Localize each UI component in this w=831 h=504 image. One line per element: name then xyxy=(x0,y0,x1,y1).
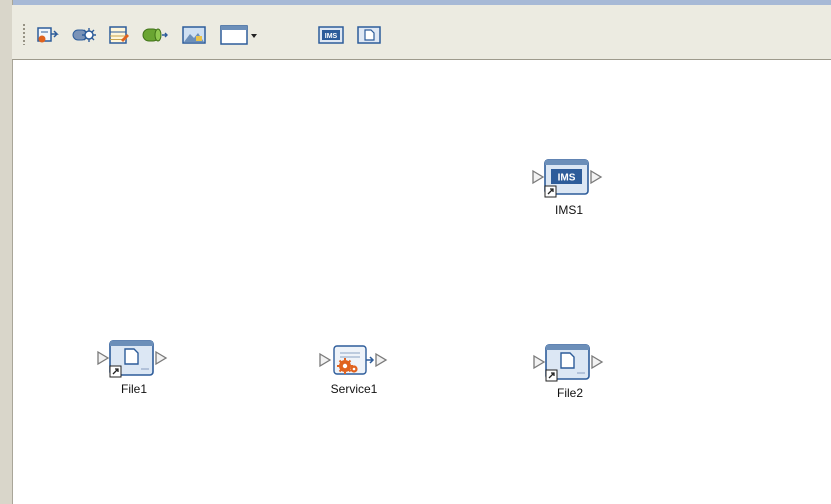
window-dropdown-button[interactable] xyxy=(218,24,260,51)
svg-text:IMS: IMS xyxy=(558,173,576,184)
picture-icon xyxy=(181,25,207,50)
ims1-label: IMS1 xyxy=(554,203,583,217)
inbound-endpoint-icon xyxy=(532,169,545,185)
add-web-service-button[interactable] xyxy=(70,25,98,49)
file-arrow-icon xyxy=(35,25,59,50)
outbound-endpoint-icon xyxy=(375,352,388,368)
add-ims-button[interactable]: IMS xyxy=(317,25,345,49)
add-table-button[interactable] xyxy=(106,25,132,49)
editor-frame: IMS IMS IMS1 File1 Service1 File2 xyxy=(0,0,831,504)
svg-text:IMS: IMS xyxy=(325,33,338,40)
inbound-endpoint-icon xyxy=(97,350,110,366)
ims-icon: IMS xyxy=(318,25,344,50)
file-icon xyxy=(357,25,381,50)
table-icon xyxy=(108,25,130,50)
outbound-endpoint-icon xyxy=(155,350,168,366)
add-connector-button[interactable] xyxy=(140,25,170,49)
frame-left-border xyxy=(0,0,13,504)
gear-connector-icon xyxy=(71,25,97,50)
file1-node[interactable]: File1 xyxy=(95,338,173,396)
add-image-button[interactable] xyxy=(180,25,208,49)
file2-node-icon xyxy=(533,344,604,382)
add-file-button[interactable] xyxy=(356,25,382,49)
service1-node-icon xyxy=(319,345,388,375)
outbound-endpoint-icon xyxy=(590,169,603,185)
outbound-endpoint-icon xyxy=(591,354,604,370)
toolbar-grip-handle[interactable] xyxy=(22,23,26,45)
inbound-endpoint-icon xyxy=(319,352,332,368)
file1-node-icon xyxy=(97,340,168,378)
inbound-endpoint-icon xyxy=(533,354,546,370)
add-inbound-adapter-button[interactable] xyxy=(34,25,60,49)
service1-label: Service1 xyxy=(330,382,378,396)
file2-label: File2 xyxy=(556,386,583,400)
connectivity-map-canvas[interactable]: IMS IMS1 File1 Service1 File2 xyxy=(13,60,831,504)
cylinder-connector-icon xyxy=(141,25,169,50)
file1-label: File1 xyxy=(120,382,147,396)
service1-node[interactable]: Service1 xyxy=(314,342,394,396)
ims1-node-icon: IMS xyxy=(532,159,603,198)
file2-node[interactable]: File2 xyxy=(531,342,609,400)
window-dropdown-icon xyxy=(219,24,259,51)
toolbar: IMS xyxy=(12,5,831,60)
ims1-node[interactable]: IMS IMS1 xyxy=(530,157,608,217)
